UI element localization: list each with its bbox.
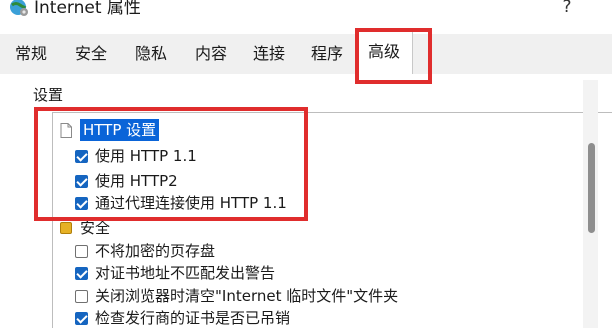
settings-label: 设置 [33, 86, 64, 104]
option-http11-via-proxy[interactable]: 通过代理连接使用 HTTP 1.1 [73, 192, 287, 214]
checkbox-unchecked[interactable] [73, 243, 89, 259]
tab-content[interactable]: 内容 [189, 34, 233, 74]
tab-bar: 常规 安全 隐私 内容 连接 程序 高级 [0, 28, 612, 74]
internet-options-dialog: Internet 属性 ? 常规 安全 隐私 内容 连接 程序 高级 设置 HT… [0, 0, 612, 328]
globe-gear-icon [10, 0, 28, 16]
page-icon [58, 122, 74, 138]
category-label: 安全 [80, 219, 111, 237]
tab-general[interactable]: 常规 [11, 34, 51, 74]
tree-category-http[interactable]: HTTP 设置 [58, 119, 160, 141]
tab-advanced[interactable]: 高级 [355, 28, 413, 74]
checkbox-unchecked[interactable] [73, 288, 89, 304]
checkbox-checked[interactable] [73, 265, 89, 281]
option-empty-temp-files[interactable]: 关闭浏览器时清空"Internet 临时文件"文件夹 [73, 285, 398, 307]
option-use-http11[interactable]: 使用 HTTP 1.1 [73, 145, 197, 167]
category-label: HTTP 设置 [80, 119, 160, 141]
option-label: 使用 HTTP2 [95, 172, 178, 190]
tab-programs[interactable]: 程序 [306, 34, 348, 74]
checkbox-checked[interactable] [73, 310, 89, 326]
scrollbar-thumb[interactable] [588, 143, 595, 233]
option-label: 检查发行商的证书是否已吊销 [95, 309, 291, 327]
lock-icon [58, 220, 74, 236]
checkbox-checked[interactable] [73, 148, 89, 164]
option-warn-cert-mismatch[interactable]: 对证书地址不匹配发出警告 [73, 262, 275, 284]
tab-security[interactable]: 安全 [71, 34, 111, 74]
window-title: Internet 属性 [34, 0, 141, 18]
checkbox-checked[interactable] [73, 195, 89, 211]
option-use-http2[interactable]: 使用 HTTP2 [73, 170, 178, 192]
title-bar: Internet 属性 ? [0, 0, 612, 30]
option-label: 使用 HTTP 1.1 [95, 147, 197, 165]
option-check-cert-revocation[interactable]: 检查发行商的证书是否已吊销 [73, 307, 290, 328]
tab-connections[interactable]: 连接 [248, 34, 290, 74]
option-dont-save-encrypted[interactable]: 不将加密的页存盘 [73, 240, 215, 262]
option-label: 对证书地址不匹配发出警告 [95, 264, 276, 282]
option-label: 通过代理连接使用 HTTP 1.1 [95, 194, 287, 212]
tab-privacy[interactable]: 隐私 [131, 34, 171, 74]
help-button[interactable]: ? [556, 0, 578, 18]
checkbox-checked[interactable] [73, 173, 89, 189]
option-label: 不将加密的页存盘 [95, 242, 216, 260]
tree-category-security[interactable]: 安全 [58, 217, 110, 239]
option-label: 关闭浏览器时清空"Internet 临时文件"文件夹 [95, 287, 399, 305]
